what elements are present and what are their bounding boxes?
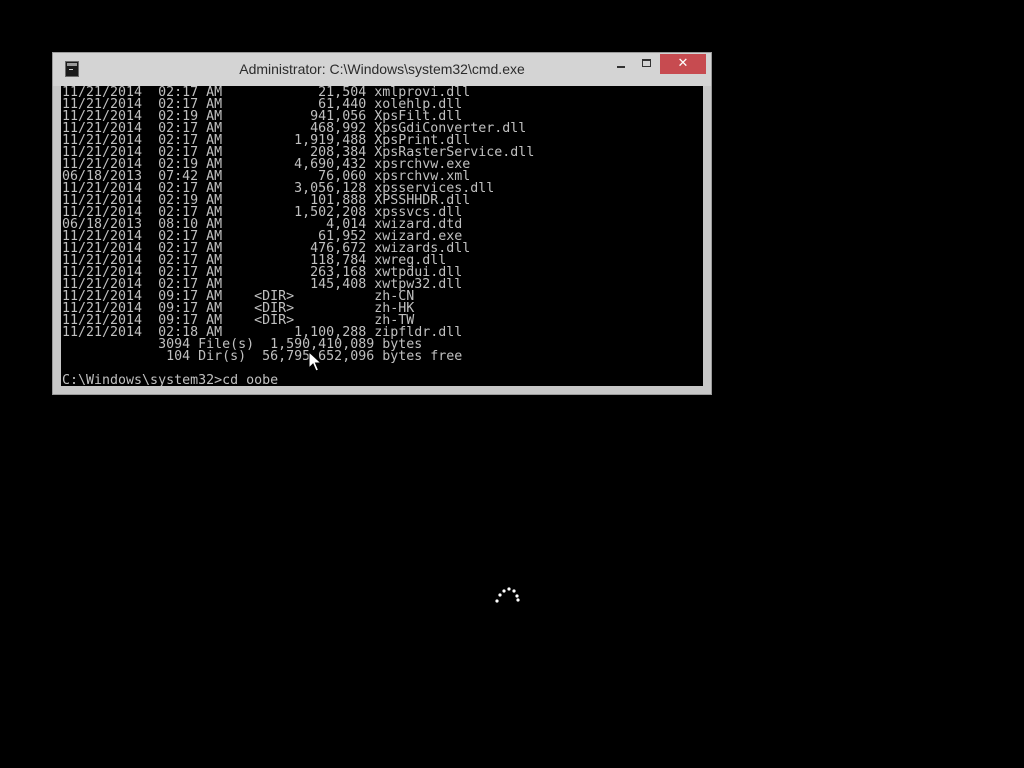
minimize-button[interactable] — [608, 54, 634, 74]
desktop: Administrator: C:\Windows\system32\cmd.e… — [0, 0, 1024, 768]
close-button[interactable]: ✕ — [660, 54, 706, 74]
maximize-icon — [642, 59, 651, 67]
cmd-window[interactable]: Administrator: C:\Windows\system32\cmd.e… — [52, 52, 712, 395]
close-icon: ✕ — [677, 56, 689, 71]
title-bar[interactable]: Administrator: C:\Windows\system32\cmd.e… — [53, 53, 711, 86]
console-text: 11/21/2014 02:17 AM 21,504 xmlprovi.dll 1… — [62, 86, 534, 386]
console-output[interactable]: 11/21/2014 02:17 AM 21,504 xmlprovi.dll 1… — [61, 86, 703, 386]
console-line: 104 Dir(s) 56,795,652,096 bytes free — [62, 349, 463, 364]
console-line: C:\Windows\system32>cd oobe — [62, 373, 279, 386]
maximize-button[interactable] — [634, 54, 660, 74]
loading-spinner-icon — [494, 586, 522, 606]
minimize-icon — [617, 66, 625, 68]
